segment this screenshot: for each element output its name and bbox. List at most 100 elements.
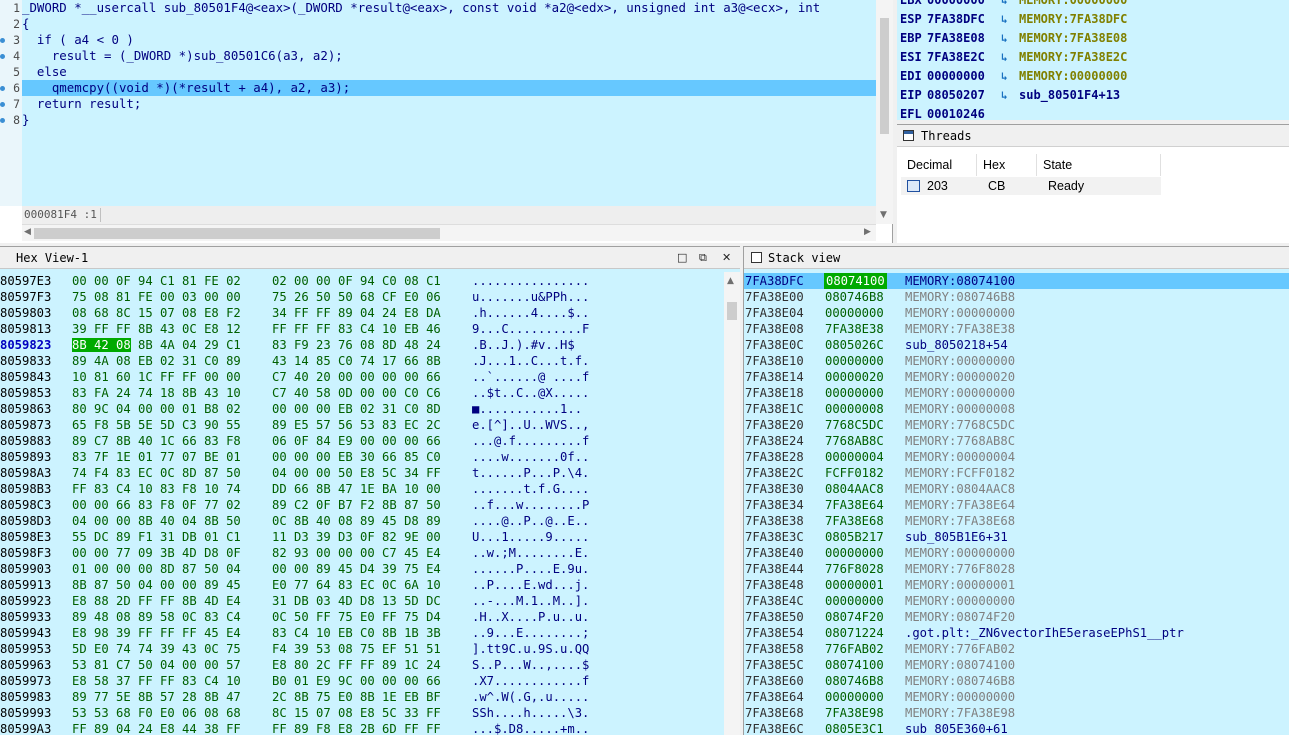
stack-description[interactable]: MEMORY:080746B8: [905, 673, 1015, 689]
hex-ascii[interactable]: ......P....E.9u.: [472, 561, 589, 577]
hex-bytes-high[interactable]: F4 39 53 08 75 EF 51 51: [272, 641, 441, 657]
register-target[interactable]: MEMORY:00000000: [1019, 0, 1127, 10]
register-value[interactable]: 7FA38E08: [927, 29, 985, 48]
hex-ascii[interactable]: .h......4....$..: [472, 305, 589, 321]
hex-bytes-low[interactable]: 55 DC 89 F1 31 DB 01 C1: [72, 529, 241, 545]
scroll-right-icon[interactable]: ▶: [864, 227, 871, 237]
jump-arrow-icon[interactable]: ↳: [1001, 29, 1008, 48]
threads-col-hex[interactable]: Hex: [977, 154, 1037, 176]
code-line[interactable]: return result;: [22, 96, 141, 112]
hex-bytes-low[interactable]: 74 F4 83 EC 0C 8D 87 50: [72, 465, 241, 481]
stack-row[interactable]: 7FA38E38 7FA38E68 MEMORY:7FA38E68: [744, 513, 1289, 529]
hex-view-title-bar[interactable]: Hex View-1 □ ⧉ ✕: [0, 247, 740, 269]
stack-value[interactable]: 0805E3C1: [825, 721, 884, 735]
stack-description[interactable]: MEMORY:00000001: [905, 577, 1015, 593]
stack-value[interactable]: 776F8028: [825, 561, 884, 577]
stack-description[interactable]: MEMORY:00000008: [905, 401, 1015, 417]
hex-bytes-high[interactable]: C7 40 58 0D 00 00 C0 C6: [272, 385, 441, 401]
hex-bytes-low[interactable]: 89 C7 8B 40 1C 66 83 F8: [72, 433, 241, 449]
jump-arrow-icon[interactable]: ↳: [1001, 86, 1008, 105]
stack-value[interactable]: 7768C5DC: [825, 417, 884, 433]
register-value[interactable]: 00000000: [927, 67, 985, 86]
hex-bytes-low[interactable]: 8B 42 08 8B 4A 04 29 C1: [72, 337, 241, 353]
threads-col-decimal[interactable]: Decimal: [901, 154, 977, 176]
hex-bytes-high[interactable]: 06 0F 84 E9 00 00 00 66: [272, 433, 441, 449]
stack-row[interactable]: 7FA38E1C 00000008 MEMORY:00000008: [744, 401, 1289, 417]
code-line[interactable]: {: [22, 16, 29, 32]
stack-description[interactable]: MEMORY:00000020: [905, 369, 1015, 385]
stack-value[interactable]: 7FA38E98: [825, 705, 884, 721]
register-target[interactable]: MEMORY:7FA38E2C: [1019, 48, 1127, 67]
hex-selected-bytes[interactable]: 8B 42 08: [72, 338, 131, 352]
hex-ascii[interactable]: ................: [472, 273, 589, 289]
hex-ascii[interactable]: ..9...E........;: [472, 625, 589, 641]
stack-row[interactable]: 7FA38E58 776FAB02 MEMORY:776FAB02: [744, 641, 1289, 657]
stack-view-title-bar[interactable]: Stack view: [744, 247, 1289, 269]
register-target[interactable]: MEMORY:7FA38E08: [1019, 29, 1127, 48]
hex-bytes-high[interactable]: 11 D3 39 D3 0F 82 9E 00: [272, 529, 441, 545]
stack-value[interactable]: 08074F20: [825, 609, 884, 625]
stack-value[interactable]: 00000000: [825, 353, 884, 369]
hex-bytes-low[interactable]: 10 81 60 1C FF FF 00 00: [72, 369, 241, 385]
hex-bytes-high[interactable]: 75 26 50 50 68 CF E0 06: [272, 289, 441, 305]
hex-ascii[interactable]: ..`......@ ....f: [472, 369, 589, 385]
hex-bytes-high[interactable]: E0 77 64 83 EC 0C 6A 10: [272, 577, 441, 593]
hex-bytes-low[interactable]: 39 FF FF 8B 43 0C E8 12: [72, 321, 241, 337]
stack-value[interactable]: 0804AAC8: [825, 481, 884, 497]
stack-row[interactable]: 7FA38E60 080746B8 MEMORY:080746B8: [744, 673, 1289, 689]
hex-bytes-rest[interactable]: 8B 4A 04 29 C1: [131, 338, 241, 352]
stack-description[interactable]: MEMORY:08074100: [905, 657, 1015, 673]
jump-arrow-icon[interactable]: ↳: [1001, 48, 1008, 67]
hex-bytes-high[interactable]: 00 00 89 45 D4 39 75 E4: [272, 561, 441, 577]
stack-description[interactable]: MEMORY:7768AB8C: [905, 433, 1015, 449]
hex-bytes-high[interactable]: FF FF FF 83 C4 10 EB 46: [272, 321, 441, 337]
hex-vertical-scrollbar[interactable]: ▲: [724, 272, 740, 735]
jump-arrow-icon[interactable]: ↳: [1001, 67, 1008, 86]
register-value[interactable]: 7FA38DFC: [927, 10, 985, 29]
stack-row[interactable]: 7FA38E30 0804AAC8 MEMORY:0804AAC8: [744, 481, 1289, 497]
stack-description[interactable]: MEMORY:7FA38E68: [905, 513, 1015, 529]
stack-description[interactable]: MEMORY:00000000: [905, 689, 1015, 705]
stack-value[interactable]: 080746B8: [825, 673, 884, 689]
stack-description[interactable]: MEMORY:080746B8: [905, 289, 1015, 305]
hex-bytes-low[interactable]: 53 81 C7 50 04 00 00 57: [72, 657, 241, 673]
restore-icon[interactable]: ⧉: [699, 251, 707, 265]
register-target[interactable]: sub_80501F4+13: [1019, 86, 1120, 105]
stack-value[interactable]: 08074100: [825, 657, 884, 673]
stack-row[interactable]: 7FA38E6C 0805E3C1 sub_805E360+61: [744, 721, 1289, 735]
hex-bytes-high[interactable]: 8C 15 07 08 E8 5C 33 FF: [272, 705, 441, 721]
stack-row[interactable]: 7FA38E5C 08074100 MEMORY:08074100: [744, 657, 1289, 673]
stack-value[interactable]: 00000000: [825, 689, 884, 705]
stack-value[interactable]: 0805026C: [825, 337, 884, 353]
stack-row[interactable]: 7FA38E08 7FA38E38 MEMORY:7FA38E38: [744, 321, 1289, 337]
hex-ascii[interactable]: ....w.......0f..: [472, 449, 589, 465]
hex-bytes-high[interactable]: 43 14 85 C0 74 17 66 8B: [272, 353, 441, 369]
hex-bytes-low[interactable]: 04 00 00 8B 40 04 8B 50: [72, 513, 241, 529]
stack-description[interactable]: MEMORY:00000004: [905, 449, 1015, 465]
hex-ascii[interactable]: ....@..P..@..E..: [472, 513, 589, 529]
hex-ascii[interactable]: .H..X....P.u..u.: [472, 609, 589, 625]
hex-ascii[interactable]: t......P...P.\4.: [472, 465, 589, 481]
register-value[interactable]: 08050207: [927, 86, 985, 105]
stack-value[interactable]: 7FA38E64: [825, 497, 884, 513]
stack-row[interactable]: 7FA38E34 7FA38E64 MEMORY:7FA38E64: [744, 497, 1289, 513]
stack-row[interactable]: 7FA38E44 776F8028 MEMORY:776F8028: [744, 561, 1289, 577]
hex-ascii[interactable]: ].tt9C.u.9S.u.QQ: [472, 641, 589, 657]
stack-value[interactable]: 00000000: [825, 385, 884, 401]
stack-value[interactable]: 00000004: [825, 449, 884, 465]
hex-bytes-low[interactable]: 83 7F 1E 01 77 07 BE 01: [72, 449, 241, 465]
register-value[interactable]: 7FA38E2C: [927, 48, 985, 67]
hex-bytes-low[interactable]: 01 00 00 00 8D 87 50 04: [72, 561, 241, 577]
code-horizontal-thumb[interactable]: [34, 228, 440, 239]
stack-value[interactable]: 00000000: [825, 545, 884, 561]
hex-ascii[interactable]: ...$.D8.....+m..: [472, 721, 589, 735]
hex-bytes-high[interactable]: 04 00 00 50 E8 5C 34 FF: [272, 465, 441, 481]
hex-ascii[interactable]: ..-...M.1..M..].: [472, 593, 589, 609]
stack-description[interactable]: sub_805E360+61: [905, 721, 1008, 735]
scroll-down-icon[interactable]: ▼: [880, 210, 887, 220]
stack-value[interactable]: 080746B8: [825, 289, 884, 305]
hex-ascii[interactable]: ...@.f.........f: [472, 433, 589, 449]
hex-vertical-thumb[interactable]: [727, 302, 737, 320]
hex-bytes-high[interactable]: 0C 50 FF 75 E0 FF 75 D4: [272, 609, 441, 625]
hex-bytes-high[interactable]: 31 DB 03 4D D8 13 5D DC: [272, 593, 441, 609]
